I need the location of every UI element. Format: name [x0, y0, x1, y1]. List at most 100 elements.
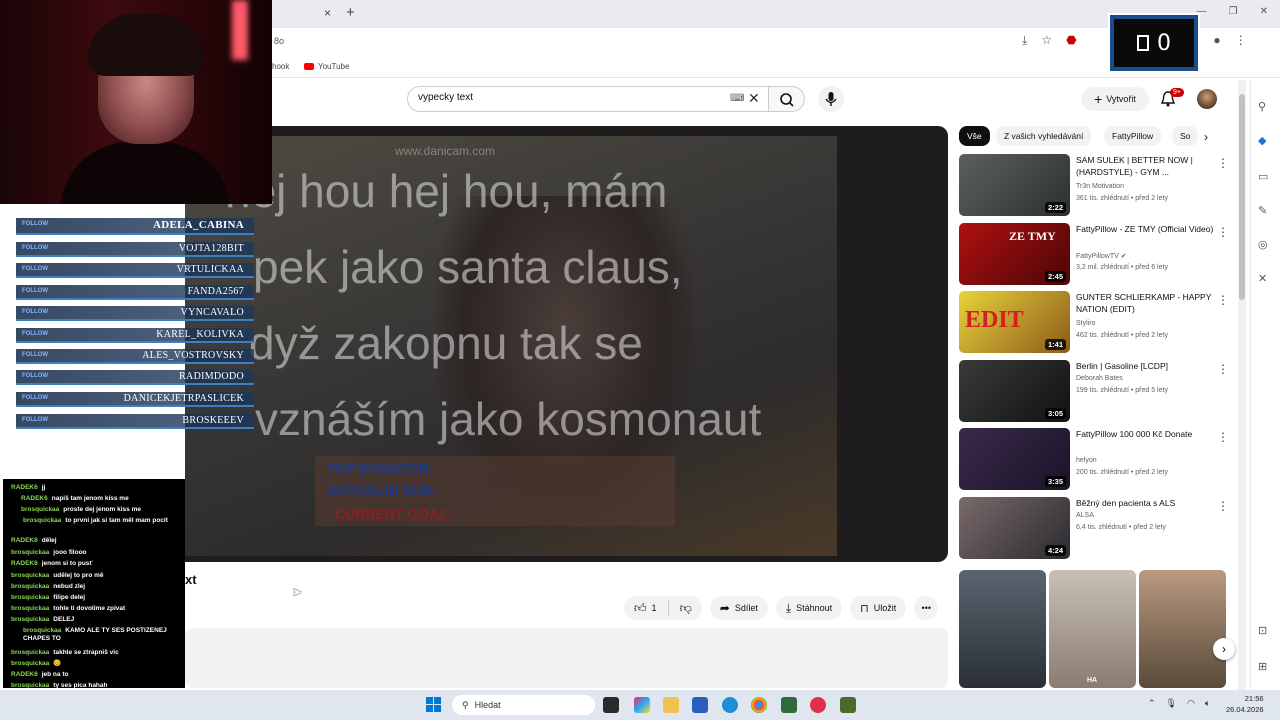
chat-username[interactable]: brosquickaa — [23, 517, 61, 524]
channel-name[interactable]: ALSA — [1076, 512, 1094, 519]
channel-name[interactable]: Tr3n Motivation — [1076, 183, 1124, 190]
app-icon[interactable] — [781, 697, 797, 713]
chat-username[interactable]: brosquickaa — [11, 572, 49, 579]
chat-username[interactable]: RADEK6 — [21, 495, 48, 502]
file-explorer-icon[interactable] — [663, 697, 679, 713]
recommended-video[interactable]: ZE TMY 2:45 FattyPillow - ZE TMY (Offici… — [959, 223, 1235, 285]
chip-from-searches[interactable]: Z vašich vyhledávání — [996, 126, 1092, 146]
maximize-button[interactable]: ❐ — [1229, 6, 1238, 17]
search-button[interactable] — [769, 86, 805, 112]
chat-username[interactable]: brosquickaa — [11, 682, 49, 688]
voice-search-button[interactable] — [818, 86, 844, 112]
user-avatar[interactable] — [1197, 89, 1217, 109]
more-vert-icon[interactable]: ⋮ — [1217, 293, 1229, 307]
more-vert-icon[interactable]: ⋮ — [1217, 362, 1229, 376]
chat-username[interactable]: brosquickaa — [11, 549, 49, 556]
tools-x-icon[interactable]: ✕ — [1258, 272, 1267, 285]
app-icon-2[interactable] — [840, 697, 856, 713]
tab-close-icon[interactable]: × — [324, 6, 331, 20]
browser-menu-icon[interactable]: ⋮ — [1235, 33, 1247, 48]
more-actions-button[interactable]: ••• — [914, 596, 939, 620]
recommended-video[interactable]: 3:05 Berlin | Gasoline [LCDP] Deborah Ba… — [959, 360, 1235, 422]
create-button[interactable]: + Vytvořit — [1081, 87, 1149, 111]
video-thumbnail[interactable]: 2:22 — [959, 154, 1070, 216]
search-icon[interactable]: ⚲ — [1258, 100, 1266, 113]
close-window-button[interactable]: ✕ — [1260, 6, 1268, 17]
more-vert-icon[interactable]: ⋮ — [1217, 499, 1229, 513]
bookmark-star-icon[interactable]: ☆ — [1041, 33, 1052, 48]
wifi-icon[interactable]: ◠ — [1187, 698, 1195, 709]
video-title[interactable]: Berlin | Gasoline [LCDP] — [1076, 360, 1214, 372]
video-thumbnail[interactable]: 3:35 — [959, 428, 1070, 490]
download-button[interactable]: ⤓ Stáhnout — [775, 596, 843, 620]
short-thumbnail[interactable] — [959, 570, 1046, 688]
taskbar-search[interactable]: ⚲ Hledat — [452, 695, 595, 715]
tools-icon[interactable]: ▭ — [1258, 170, 1268, 183]
chat-username[interactable]: RADEK6 — [11, 484, 38, 491]
chat-username[interactable]: brosquickaa — [11, 605, 49, 612]
install-icon[interactable]: ⤓ — [1022, 33, 1027, 48]
chat-username[interactable]: RADEK6 — [11, 671, 38, 678]
thumbs-down-icon[interactable]: 👎︎ — [680, 601, 692, 616]
page-scrollbar[interactable] — [1238, 80, 1246, 690]
shorts-next-button[interactable]: › — [1213, 638, 1235, 660]
description-box[interactable] — [185, 628, 948, 688]
recommended-video[interactable]: 2:22 SAM SULEK | BETTER NOW | (HARDSTYLE… — [959, 154, 1235, 216]
channel-name[interactable]: Deborah Bates — [1076, 375, 1123, 382]
extension-shield-icon[interactable]: ⬣ — [1066, 33, 1076, 48]
chip-more[interactable]: So — [1172, 126, 1198, 146]
copilot-app-icon[interactable] — [634, 697, 650, 713]
video-title[interactable]: FattyPillow 100 000 Kč Donate — [1076, 428, 1214, 440]
search-input[interactable] — [418, 92, 718, 103]
chat-username[interactable]: brosquickaa — [21, 506, 59, 513]
new-tab-button[interactable]: + — [346, 4, 355, 21]
clear-search-icon[interactable]: ✕ — [748, 90, 760, 107]
chip-fattypillow[interactable]: FattyPillow — [1104, 126, 1162, 146]
windows-start-icon[interactable] — [426, 697, 441, 712]
opera-icon[interactable] — [810, 697, 826, 713]
recommended-video[interactable]: EDIT 1:41 GUNTER SCHLIERKAMP - HAPPY NAT… — [959, 291, 1235, 353]
more-vert-icon[interactable]: ⋮ — [1217, 225, 1229, 239]
url-text[interactable]: 8o — [274, 36, 284, 46]
chat-username[interactable]: brosquickaa — [11, 616, 49, 623]
chrome-icon[interactable] — [751, 697, 767, 713]
recommended-video[interactable]: 4:24 Běžný den pacienta s ALS ALSA 6,4 t… — [959, 497, 1235, 559]
chat-username[interactable]: brosquickaa — [11, 594, 49, 601]
video-thumbnail[interactable]: 3:05 — [959, 360, 1070, 422]
video-title[interactable]: GUNTER SCHLIERKAMP - HAPPY NATION (EDIT) — [1076, 291, 1214, 315]
chat-username[interactable]: brosquickaa — [11, 660, 49, 667]
sidebar-toggle-icon[interactable]: ⊞ — [1258, 660, 1267, 673]
video-title[interactable]: Běžný den pacienta s ALS — [1076, 497, 1214, 509]
sidebar-settings-icon[interactable]: ⊡ — [1258, 624, 1267, 637]
taskbar-clock[interactable]: 21:56 26.04.2026 — [1226, 693, 1264, 715]
games-icon[interactable]: ◎ — [1258, 238, 1268, 251]
task-view-icon[interactable] — [603, 697, 619, 713]
chat-username[interactable]: brosquickaa — [11, 649, 49, 656]
volume-icon[interactable]: 🔈︎ — [1205, 698, 1210, 709]
bookmark-facebook[interactable]: hook — [272, 62, 289, 71]
video-thumbnail[interactable]: 4:24 — [959, 497, 1070, 559]
short-thumbnail[interactable] — [1139, 570, 1226, 688]
notes-icon[interactable]: ✎ — [1258, 204, 1267, 217]
chat-username[interactable]: RADEK6 — [11, 537, 38, 544]
like-button[interactable]: 👍︎ 1 👎︎ — [624, 596, 702, 620]
chat-username[interactable]: brosquickaa — [11, 583, 49, 590]
channel-name[interactable]: Styliro — [1076, 320, 1095, 327]
profile-icon[interactable]: ● — [1213, 33, 1220, 48]
channel-name[interactable]: helyon — [1076, 457, 1097, 464]
microphone-icon[interactable]: 🎙︎ — [1166, 698, 1177, 709]
video-thumbnail[interactable]: ZE TMY 2:45 — [959, 223, 1070, 285]
video-player[interactable]: www.danicam.com TOP DONATOR: AKTUÁLNÍ SU… — [185, 126, 948, 562]
chat-username[interactable]: brosquickaa — [23, 627, 61, 634]
save-button[interactable]: ⊓ Uložit — [850, 596, 907, 620]
short-thumbnail[interactable]: HA — [1049, 570, 1136, 688]
chevron-up-icon[interactable]: ⌃ — [1148, 698, 1156, 709]
chip-all[interactable]: Vše — [959, 126, 990, 146]
more-vert-icon[interactable]: ⋮ — [1217, 156, 1229, 170]
keyboard-icon[interactable]: ⌨ — [730, 93, 744, 104]
scrollbar-thumb[interactable] — [1239, 94, 1245, 300]
bookmark-youtube[interactable]: YouTube — [304, 62, 349, 71]
share-button[interactable]: ➦ Sdílet — [709, 596, 768, 620]
recommended-video[interactable]: 3:35 FattyPillow 100 000 Kč Donate helyo… — [959, 428, 1235, 490]
more-vert-icon[interactable]: ⋮ — [1217, 430, 1229, 444]
